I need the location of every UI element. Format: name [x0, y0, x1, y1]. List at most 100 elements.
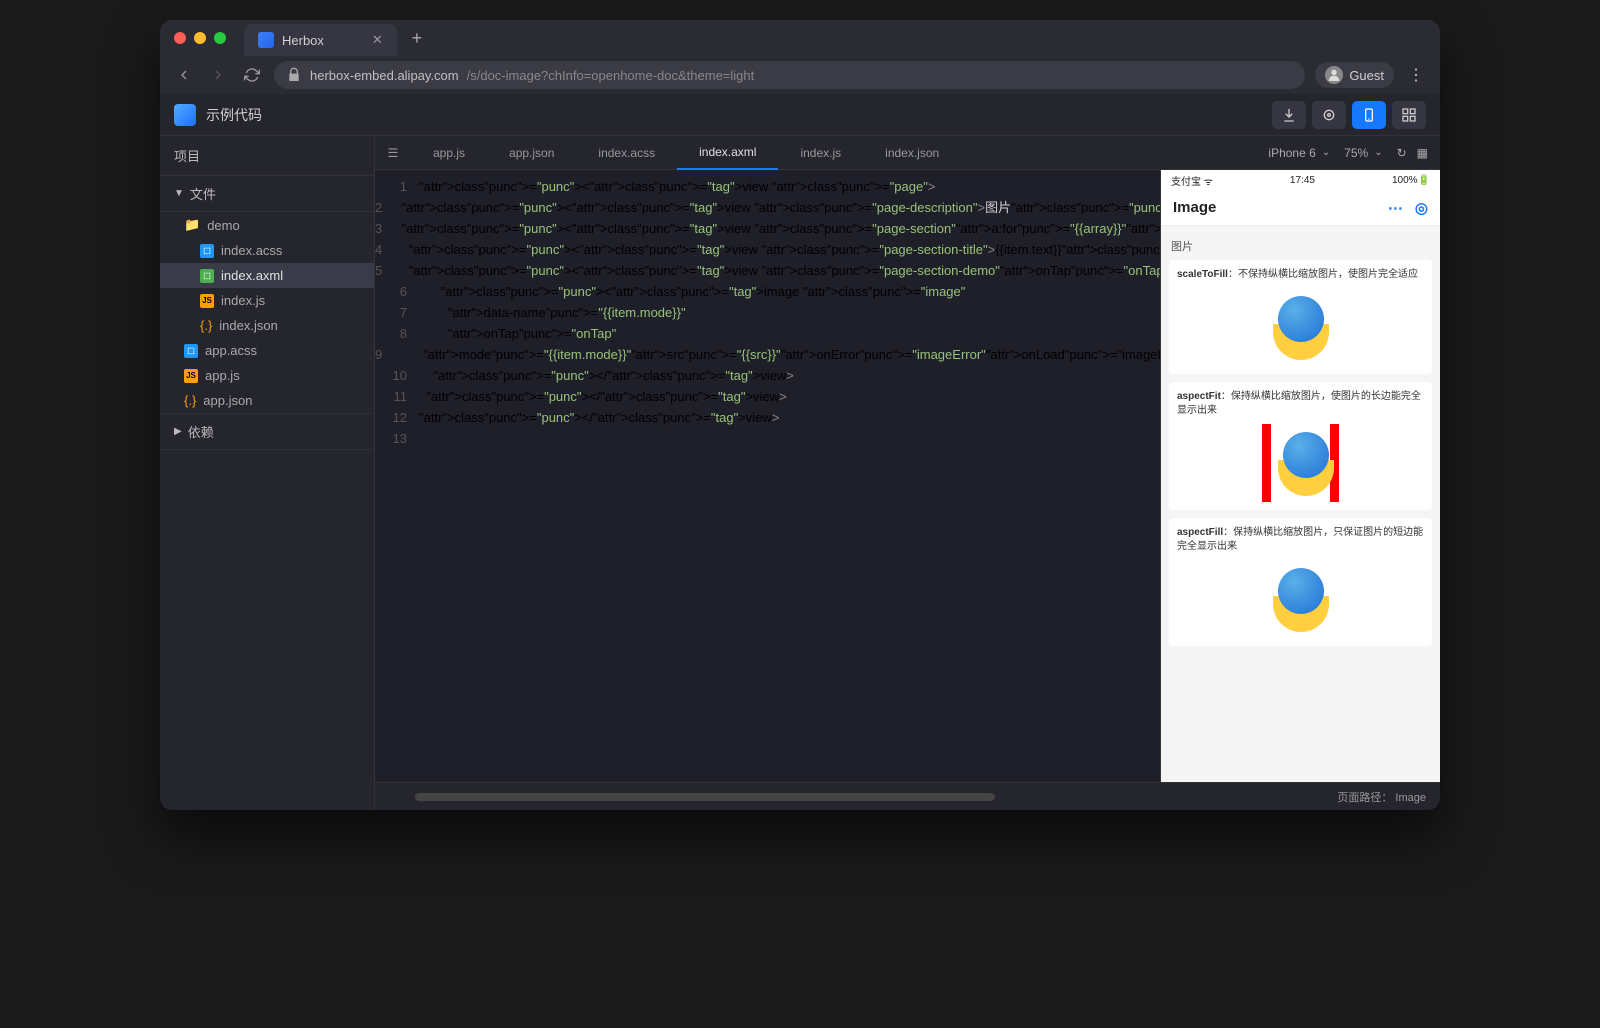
reload-button[interactable]: [240, 63, 264, 87]
tree-section-deps[interactable]: ▶ 依赖: [160, 413, 374, 450]
code-line[interactable]: 5 "attr">class"punc">="punc"><"attr">cla…: [375, 260, 1160, 281]
tab-index-json[interactable]: index.json: [863, 136, 961, 170]
phone-body[interactable]: 图片 scaleToFill：不保持纵横比缩放图片，使图片完全适应 aspect…: [1161, 226, 1440, 782]
zoom-selector[interactable]: 75%⌄: [1344, 146, 1382, 160]
preview-card: aspectFill：保持纵横比缩放图片，只保证图片的短边能完全显示出来: [1169, 518, 1432, 646]
card-title: scaleToFill：不保持纵横比缩放图片，使图片完全适应: [1177, 268, 1424, 282]
page-title: Image: [1173, 199, 1216, 216]
tab-app-json[interactable]: app.json: [487, 136, 576, 170]
phone-header: Image ⋯ ◎: [1161, 190, 1440, 226]
maximize-window-icon[interactable]: [214, 32, 226, 44]
tree-item-label: index.json: [219, 318, 278, 333]
profile-button[interactable]: Guest: [1315, 62, 1394, 88]
css-file-icon: ⬚: [184, 344, 198, 358]
json-file-icon: {.}: [200, 318, 212, 333]
tree-file-index-js[interactable]: JS index.js: [160, 288, 374, 313]
address-bar[interactable]: herbox-embed.alipay.com/s/doc-image?chIn…: [274, 61, 1305, 89]
code-line[interactable]: 9 "attr">mode"punc">="{{item.mode}}" "at…: [375, 344, 1160, 365]
code-line[interactable]: 8 "attr">onTap"punc">="onTap": [375, 323, 1160, 344]
tree-item-label: index.axml: [221, 268, 283, 283]
mascot-icon: [1271, 428, 1329, 498]
tree-section-label: 依赖: [188, 422, 214, 441]
qr-button[interactable]: [1312, 101, 1346, 129]
tab-app-js[interactable]: app.js: [411, 136, 487, 170]
browser-menu-button[interactable]: ⋮: [1404, 61, 1428, 89]
sidebar-title: 项目: [160, 136, 374, 176]
tab-title: Herbox: [282, 33, 324, 48]
code-line[interactable]: 7 "attr">data-name"punc">="{{item.mode}}…: [375, 302, 1160, 323]
main-area: 项目 ▼ 文件 📁 demo ⬚ index.acss ⬚ index.axml…: [160, 136, 1440, 810]
refresh-preview-button[interactable]: ↻: [1397, 146, 1407, 160]
back-button[interactable]: [172, 63, 196, 87]
editor-area: ☰ app.js app.json index.acss index.axml …: [375, 136, 1440, 810]
tab-index-js[interactable]: index.js: [778, 136, 863, 170]
url-path: /s/doc-image?chInfo=openhome-doc&theme=l…: [467, 68, 755, 83]
tree-file-app-js[interactable]: JS app.js: [160, 363, 374, 388]
tree-section-files[interactable]: ▼ 文件: [160, 176, 374, 212]
code-line[interactable]: 3 "attr">class"punc">="punc"><"attr">cla…: [375, 218, 1160, 239]
folder-icon: 📁: [184, 217, 200, 233]
tab-index-acss[interactable]: index.acss: [576, 136, 677, 170]
tree-item-label: app.js: [205, 368, 240, 383]
tree-section-label: 文件: [190, 184, 216, 203]
tree-file-app-json[interactable]: {.} app.json: [160, 388, 374, 413]
browser-window: Herbox ✕ + herbox-embed.alipay.com/s/doc…: [160, 20, 1440, 810]
tree-file-app-acss[interactable]: ⬚ app.acss: [160, 338, 374, 363]
code-line[interactable]: 6 "attr">class"punc">="punc"><"attr">cla…: [375, 281, 1160, 302]
target-icon[interactable]: ◎: [1415, 199, 1428, 217]
chevron-down-icon: ▼: [174, 188, 184, 199]
code-line[interactable]: 4 "attr">class"punc">="punc"><"attr">cla…: [375, 239, 1160, 260]
preview-card: scaleToFill：不保持纵横比缩放图片，使图片完全适应: [1169, 260, 1432, 374]
minimize-window-icon[interactable]: [194, 32, 206, 44]
tree-item-label: app.json: [203, 393, 252, 408]
axml-file-icon: ⬚: [200, 269, 214, 283]
image-demo: [1262, 288, 1340, 366]
browser-tab[interactable]: Herbox ✕: [244, 24, 397, 56]
mascot-icon: [1266, 292, 1336, 362]
code-line[interactable]: 10 "attr">class"punc">="punc"></"attr">c…: [375, 365, 1160, 386]
tree-item-label: index.js: [221, 293, 265, 308]
new-tab-button[interactable]: +: [403, 24, 431, 52]
chevron-down-icon: ⌄: [1374, 147, 1382, 158]
close-window-icon[interactable]: [174, 32, 186, 44]
avatar-icon: [1325, 66, 1343, 84]
menu-icon[interactable]: ☰: [375, 146, 411, 160]
time-label: 17:45: [1290, 175, 1315, 186]
chevron-right-icon: ▶: [174, 426, 182, 437]
layout-button[interactable]: ▦: [1417, 146, 1428, 160]
image-demo: [1262, 560, 1340, 638]
section-label: 图片: [1169, 234, 1432, 260]
window-controls: [174, 32, 226, 44]
profile-label: Guest: [1349, 68, 1384, 83]
image-demo: [1262, 424, 1340, 502]
tree-file-index-json[interactable]: {.} index.json: [160, 313, 374, 338]
forward-button[interactable]: [206, 63, 230, 87]
horizontal-scrollbar[interactable]: [415, 793, 995, 801]
code-line[interactable]: 12"attr">class"punc">="punc"></"attr">cl…: [375, 407, 1160, 428]
grid-button[interactable]: [1392, 101, 1426, 129]
url-bar: herbox-embed.alipay.com/s/doc-image?chIn…: [160, 56, 1440, 94]
more-icon[interactable]: ⋯: [1388, 199, 1403, 217]
tree-file-index-axml[interactable]: ⬚ index.axml: [160, 263, 374, 288]
chevron-down-icon: ⌄: [1322, 147, 1330, 158]
code-line[interactable]: 11 "attr">class"punc">="punc"></"attr">c…: [375, 386, 1160, 407]
code-line[interactable]: 2 "attr">class"punc">="punc"><"attr">cla…: [375, 197, 1160, 218]
close-tab-icon[interactable]: ✕: [372, 32, 383, 48]
herbox-favicon-icon: [258, 32, 274, 48]
tab-index-axml[interactable]: index.axml: [677, 136, 778, 170]
status-bar: 页面路径： Image: [375, 782, 1440, 810]
app-title: 示例代码: [206, 105, 1272, 125]
tree-item-label: index.acss: [221, 243, 282, 258]
tree-folder-demo[interactable]: 📁 demo: [160, 212, 374, 238]
tree-file-index-acss[interactable]: ⬚ index.acss: [160, 238, 374, 263]
js-file-icon: JS: [184, 369, 198, 383]
code-line[interactable]: 1"attr">class"punc">="punc"><"attr">clas…: [375, 176, 1160, 197]
mascot-icon: [1266, 564, 1336, 634]
code-editor[interactable]: 1"attr">class"punc">="punc"><"attr">clas…: [375, 170, 1160, 782]
page-path-info: 页面路径： Image: [1337, 789, 1440, 805]
device-selector[interactable]: iPhone 6⌄: [1268, 146, 1330, 160]
phone-statusbar: 支付宝 ᯤ 17:45 100%🔋: [1161, 170, 1440, 190]
code-line[interactable]: 13: [375, 428, 1160, 449]
phone-preview-button[interactable]: [1352, 101, 1386, 129]
download-button[interactable]: [1272, 101, 1306, 129]
